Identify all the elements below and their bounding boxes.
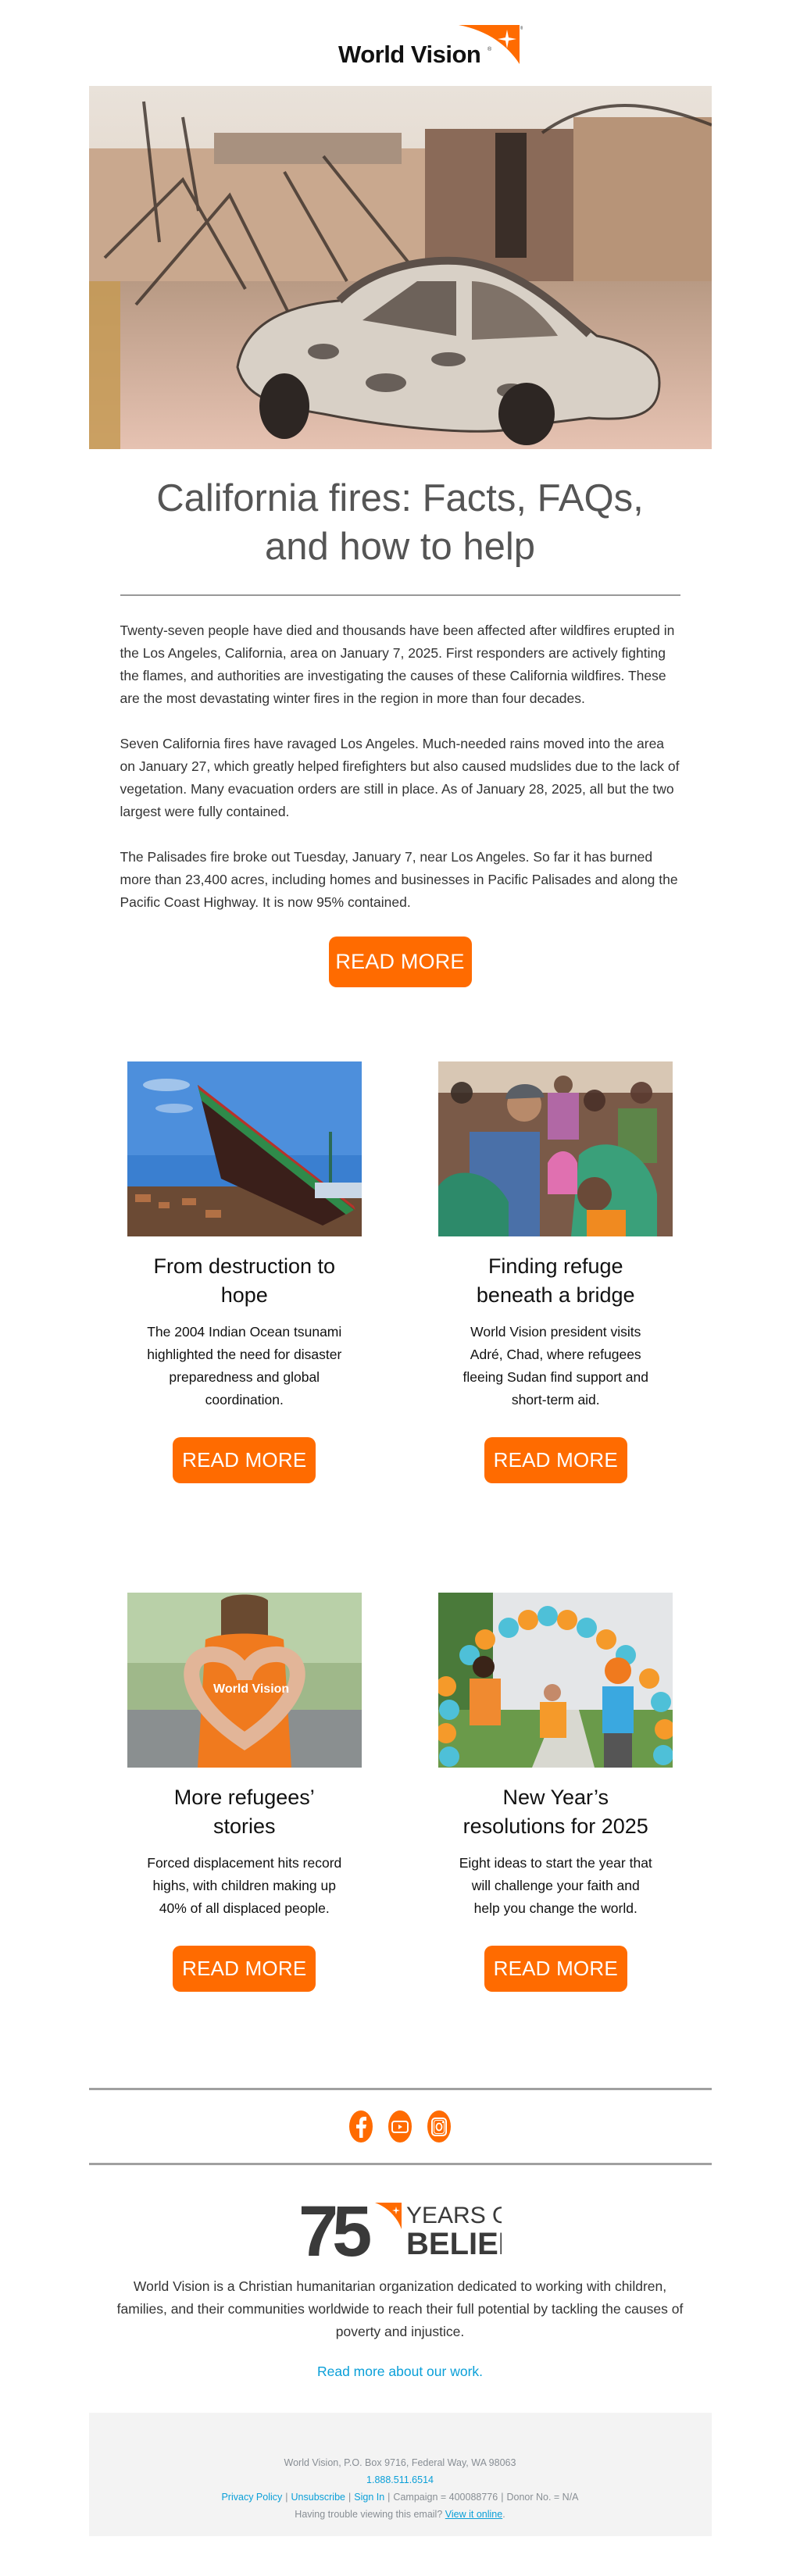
separator: | bbox=[285, 2492, 288, 2503]
read-more-button[interactable]: READ MORE bbox=[484, 1437, 627, 1483]
view-online-line: Having trouble viewing this email? View … bbox=[89, 2506, 712, 2523]
world-vision-logo[interactable]: World Vision ® ® bbox=[306, 23, 523, 70]
story-card: Finding refuge beneath a bridge World Vi… bbox=[400, 1061, 712, 1483]
footer-address: World Vision, P.O. Box 9716, Federal Way… bbox=[284, 2457, 516, 2468]
story-cards-row-2: World Vision More refugees’ stories Forc… bbox=[89, 1593, 712, 1992]
read-more-button[interactable]: READ MORE bbox=[484, 1946, 627, 1992]
read-more-button[interactable]: READ MORE bbox=[173, 1437, 316, 1483]
article-title: California fires: Facts, FAQs, and how t… bbox=[156, 477, 644, 568]
read-more-button[interactable]: READ MORE bbox=[173, 1946, 316, 1992]
hero-photo-burned-car bbox=[88, 86, 712, 449]
refugees-photo bbox=[438, 1061, 673, 1236]
footer-links: Privacy Policy | Unsubscribe | Sign In | Campa… bbox=[89, 2489, 712, 2506]
story-title: From destruction to hope bbox=[153, 1254, 336, 1307]
trailing-period: . bbox=[502, 2509, 505, 2520]
email-page: World Vision ® ® California fires: Facts… bbox=[0, 0, 800, 2536]
sign-in-link[interactable]: Sign In bbox=[354, 2492, 384, 2503]
story-card: New Year’s resolutions for 2025 Eight id… bbox=[400, 1593, 712, 1992]
view-online-link[interactable]: View it online bbox=[445, 2509, 502, 2520]
story-description: World Vision president visits Adré, Chad… bbox=[462, 1324, 648, 1408]
article-body: Twenty-seven people have died and thousa… bbox=[120, 619, 680, 914]
about-text: World Vision is a Christian humanitarian… bbox=[116, 2278, 684, 2339]
footer: World Vision, P.O. Box 9716, Federal Way… bbox=[88, 2413, 712, 2536]
story-description: Forced displacement hits record highs, w… bbox=[147, 1855, 342, 1916]
anniversary-logo: 75 YEARS OF BELIEF bbox=[0, 2165, 800, 2258]
privacy-policy-link[interactable]: Privacy Policy bbox=[221, 2492, 282, 2503]
article-paragraph-3: The Palisades fire broke out Tuesday, Ja… bbox=[120, 849, 678, 910]
story-cards-row-1: From destruction to hope The 2004 Indian… bbox=[89, 1061, 712, 1483]
svg-text:®: ® bbox=[520, 26, 523, 31]
anniversary-line-1: YEARS OF bbox=[406, 2203, 502, 2228]
read-more-about-link[interactable]: Read more about our work. bbox=[317, 2364, 483, 2379]
article-paragraph-1: Twenty-seven people have died and thousa… bbox=[120, 623, 675, 706]
balloon-runners-photo bbox=[438, 1593, 673, 1768]
svg-text:World Vision: World Vision bbox=[213, 1682, 289, 1696]
campaign-number: Campaign = 400088776 bbox=[393, 2492, 498, 2503]
unsubscribe-link[interactable]: Unsubscribe bbox=[291, 2492, 345, 2503]
youtube-icon[interactable] bbox=[388, 2110, 412, 2143]
story-card: World Vision More refugees’ stories Forc… bbox=[89, 1593, 401, 1992]
separator: | bbox=[348, 2492, 352, 2503]
anniversary-line-2: BELIEF bbox=[406, 2227, 502, 2258]
header: World Vision ® ® bbox=[0, 0, 800, 86]
trouble-text: Having trouble viewing this email? bbox=[295, 2509, 443, 2520]
separator: | bbox=[501, 2492, 504, 2503]
donor-number: Donor No. = N/A bbox=[506, 2492, 579, 2503]
story-title: More refugees’ stories bbox=[173, 1786, 315, 1838]
story-description: Eight ideas to start the year that will … bbox=[459, 1855, 652, 1916]
anniversary-number: 75 bbox=[298, 2200, 370, 2258]
story-title: Finding refuge beneath a bridge bbox=[476, 1254, 635, 1307]
seventy-five-years-logo: 75 YEARS OF BELIEF bbox=[298, 2200, 502, 2258]
heart-hands-photo: World Vision bbox=[127, 1593, 362, 1768]
facebook-icon[interactable] bbox=[349, 2110, 373, 2143]
story-image-refugees-chad[interactable] bbox=[438, 1061, 673, 1236]
separator: | bbox=[388, 2492, 391, 2503]
instagram-icon[interactable] bbox=[427, 2110, 451, 2143]
story-title: New Year’s resolutions for 2025 bbox=[462, 1786, 648, 1838]
story-image-tsunami-boat[interactable] bbox=[127, 1061, 362, 1236]
story-description: The 2004 Indian Ocean tsunami highlighte… bbox=[147, 1324, 342, 1408]
hero-image[interactable] bbox=[88, 86, 712, 449]
footer-phone-link[interactable]: 1.888.511.6514 bbox=[366, 2474, 434, 2485]
story-image-balloon-runners[interactable] bbox=[438, 1593, 673, 1768]
world-vision-star-swoosh-icon: ® bbox=[459, 25, 523, 64]
social-links bbox=[0, 2090, 800, 2163]
boat-photo bbox=[127, 1061, 362, 1236]
article-paragraph-2: Seven California fires have ravaged Los … bbox=[120, 736, 680, 819]
read-more-button-main[interactable]: READ MORE bbox=[328, 937, 472, 987]
title-divider bbox=[120, 594, 680, 596]
story-card: From destruction to hope The 2004 Indian… bbox=[89, 1061, 401, 1483]
story-image-heart-hands[interactable]: World Vision bbox=[127, 1593, 362, 1768]
